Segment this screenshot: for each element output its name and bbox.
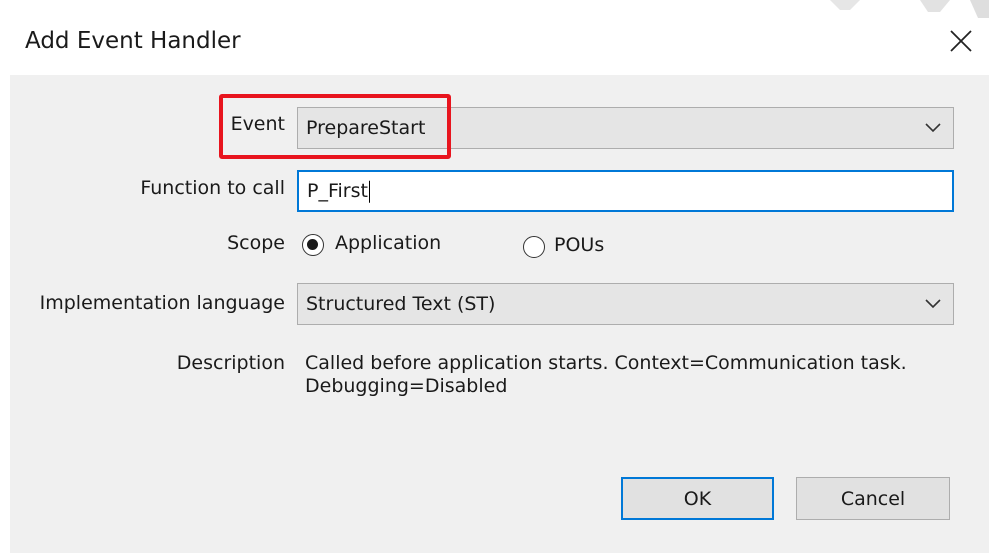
close-button[interactable] (940, 20, 982, 62)
function-input-text: P_First (307, 180, 370, 203)
description-line-1: Called before application starts. Contex… (305, 352, 907, 374)
description-line-2: Debugging=Disabled (305, 375, 508, 397)
radio-pous[interactable] (523, 236, 545, 258)
function-label: Function to call (140, 177, 285, 199)
radio-application[interactable] (302, 234, 324, 256)
scope-label: Scope (227, 232, 285, 254)
title-bar: Add Event Handler (0, 0, 989, 70)
impl-dropdown[interactable]: Structured Text (ST) (297, 283, 954, 325)
description-label: Description (176, 352, 285, 374)
chevron-down-icon (925, 299, 941, 309)
radio-pous-label[interactable]: POUs (554, 234, 604, 256)
function-value: P_First (307, 179, 368, 202)
text-caret (368, 180, 370, 203)
event-highlight-annotation (219, 94, 451, 159)
cancel-button[interactable]: Cancel (796, 477, 950, 520)
impl-value: Structured Text (ST) (306, 293, 496, 315)
impl-label: Implementation language (39, 292, 285, 314)
dialog-title: Add Event Handler (25, 28, 241, 54)
description-text: Called before application starts. Contex… (305, 352, 965, 398)
radio-application-label[interactable]: Application (335, 232, 441, 254)
radio-selected-dot (307, 239, 318, 250)
chevron-down-icon (925, 123, 941, 133)
cancel-button-label: Cancel (840, 487, 906, 510)
close-icon (950, 30, 972, 52)
add-event-handler-dialog: Add Event Handler Event PrepareStart Fun… (0, 0, 989, 553)
function-input[interactable]: P_First (297, 170, 954, 212)
ok-button-label: OK (683, 487, 712, 510)
ok-button[interactable]: OK (621, 477, 774, 520)
